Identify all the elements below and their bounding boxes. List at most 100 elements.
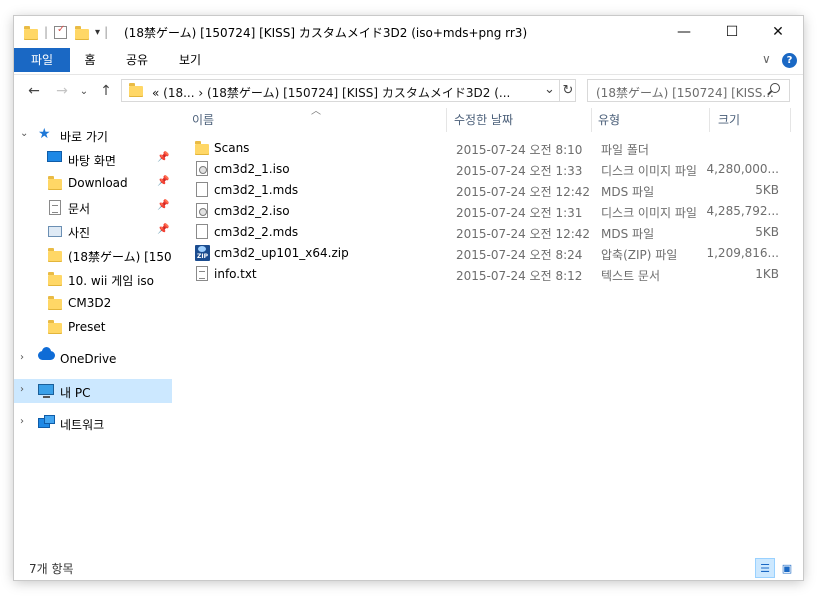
title-bar: | ✓ ▾ | (18禁ゲーム) [150724] [KISS] カスタムメイド… <box>14 16 803 48</box>
up-button[interactable]: ↑ <box>96 81 116 101</box>
column-header-type[interactable]: 유형 <box>598 108 620 132</box>
nav-quick-access[interactable]: ⌄ ★ 바로 가기 <box>14 123 172 147</box>
nav-folder-18kin[interactable]: (18禁ゲーム) [150724] <box>14 243 172 267</box>
column-divider[interactable] <box>591 108 592 132</box>
file-size: 4,280,000... <box>706 162 779 176</box>
onedrive-icon <box>38 347 55 360</box>
address-path[interactable]: « (18... › (18禁ゲーム) [150724] [KISS] カスタム… <box>152 84 510 101</box>
refresh-icon[interactable]: ↻ <box>559 80 576 101</box>
text-file-icon <box>196 266 208 281</box>
large-icons-view-icon[interactable]: ▣ <box>777 558 797 578</box>
file-type: 압축(ZIP) 파일 <box>601 248 678 262</box>
forward-button[interactable]: → <box>52 81 72 101</box>
nav-label: 10. wii 게임 iso <box>68 274 155 288</box>
tab-view[interactable]: 보기 <box>172 48 208 72</box>
folder-icon <box>195 141 209 155</box>
file-list: ︿ 이름 수정한 날짜 유형 크기 Scans 2015-07-24 오전 8:… <box>177 106 803 548</box>
minimize-button[interactable]: — <box>661 16 707 48</box>
nav-folder-wii[interactable]: 10. wii 게임 iso <box>14 267 172 291</box>
pin-icon: 📌 <box>157 224 170 235</box>
disc-image-icon <box>196 203 208 218</box>
file-row[interactable]: cm3d2_1.mds 2015-07-24 오전 12:42 MDS 파일 5… <box>187 180 787 201</box>
network-icon <box>38 415 55 428</box>
window-title: (18禁ゲーム) [150724] [KISS] カスタムメイド3D2 (iso… <box>124 26 528 40</box>
file-row[interactable]: cm3d2_2.iso 2015-07-24 오전 1:31 디스크 이미지 파… <box>187 201 787 222</box>
column-header-size[interactable]: 크기 <box>718 108 740 132</box>
properties-icon[interactable]: ✓ <box>54 24 68 39</box>
file-icon <box>196 182 208 197</box>
search-input[interactable]: (18禁ゲーム) [150724] [KISS... <box>596 84 774 101</box>
file-row[interactable]: Scans 2015-07-24 오전 8:10 파일 폴더 <box>187 138 787 159</box>
chevron-right-icon[interactable]: › <box>20 352 24 363</box>
details-view-icon[interactable]: ☰ <box>755 558 775 578</box>
file-row[interactable]: ZIP cm3d2_up101_x64.zip 2015-07-24 오전 8:… <box>187 243 787 264</box>
nav-documents[interactable]: 문서 📌 <box>14 195 172 219</box>
pin-icon: 📌 <box>157 200 170 211</box>
ribbon-expand-icon[interactable]: ∨ <box>762 52 771 66</box>
folder-icon <box>48 320 62 334</box>
close-button[interactable]: ✕ <box>755 16 801 48</box>
search-icon <box>767 83 780 96</box>
chevron-down-icon[interactable]: ⌄ <box>20 128 28 139</box>
pin-icon: 📌 <box>157 152 170 163</box>
address-row: ← → ⌄ ↑ « (18... › (18禁ゲーム) [150724] [KI… <box>14 74 803 106</box>
column-header-date[interactable]: 수정한 날짜 <box>454 108 513 132</box>
back-button[interactable]: ← <box>24 81 44 101</box>
file-name: cm3d2_1.iso <box>214 162 290 176</box>
file-size: 1KB <box>755 267 779 281</box>
file-date: 2015-07-24 오전 1:33 <box>456 164 583 178</box>
help-icon[interactable]: ? <box>782 53 797 68</box>
file-type: 텍스트 문서 <box>601 269 661 283</box>
tab-home[interactable]: 홈 <box>78 48 102 72</box>
column-divider[interactable] <box>790 108 791 132</box>
nav-pictures[interactable]: 사진 📌 <box>14 219 172 243</box>
column-divider[interactable] <box>446 108 447 132</box>
file-size: 4,285,792... <box>706 204 779 218</box>
nav-label: CM3D2 <box>68 296 112 310</box>
nav-desktop[interactable]: 바탕 화면 📌 <box>14 147 172 171</box>
customize-dropdown-icon[interactable]: ▾ <box>95 27 100 38</box>
nav-download[interactable]: Download 📌 <box>14 171 172 195</box>
column-header-name[interactable]: 이름 <box>192 108 214 132</box>
file-date: 2015-07-24 오전 8:12 <box>456 269 583 283</box>
new-folder-icon[interactable] <box>75 25 90 40</box>
file-row[interactable]: info.txt 2015-07-24 오전 8:12 텍스트 문서 1KB <box>187 264 787 285</box>
file-row[interactable]: cm3d2_1.iso 2015-07-24 오전 1:33 디스크 이미지 파… <box>187 159 787 180</box>
file-name: cm3d2_up101_x64.zip <box>214 246 349 260</box>
tab-share[interactable]: 공유 <box>119 48 155 72</box>
file-size: 1,209,816... <box>706 246 779 260</box>
address-dropdown-icon[interactable]: ⌄ <box>544 82 555 97</box>
file-type: 파일 폴더 <box>601 143 649 157</box>
nav-onedrive[interactable]: › OneDrive <box>14 347 172 371</box>
zip-icon: ZIP <box>195 245 210 261</box>
folder-icon <box>48 248 62 262</box>
folder-icon <box>24 25 38 40</box>
quick-access-toolbar: | ✓ ▾ | <box>24 24 108 40</box>
nav-network[interactable]: › 네트워크 <box>14 411 172 435</box>
maximize-button[interactable]: ☐ <box>709 16 755 48</box>
tab-file[interactable]: 파일 <box>14 48 70 72</box>
chevron-right-icon[interactable]: › <box>20 384 24 395</box>
file-date: 2015-07-24 오전 8:24 <box>456 248 583 262</box>
nav-label: Download <box>68 176 128 190</box>
file-name: cm3d2_2.mds <box>214 225 299 239</box>
file-type: 디스크 이미지 파일 <box>601 206 697 220</box>
file-row[interactable]: cm3d2_2.mds 2015-07-24 오전 12:42 MDS 파일 5… <box>187 222 787 243</box>
file-date: 2015-07-24 오전 12:42 <box>456 227 591 241</box>
nav-label: 내 PC <box>60 386 91 400</box>
chevron-right-icon[interactable]: › <box>20 416 24 427</box>
file-date: 2015-07-24 오전 8:10 <box>456 143 583 157</box>
column-divider[interactable] <box>709 108 710 132</box>
nav-label: (18禁ゲーム) [150724] <box>68 250 172 264</box>
nav-this-pc[interactable]: › 내 PC <box>14 379 172 403</box>
nav-folder-cm3d2[interactable]: CM3D2 <box>14 291 172 315</box>
search-box[interactable]: (18禁ゲーム) [150724] [KISS... <box>587 79 790 102</box>
recent-locations-button[interactable]: ⌄ <box>74 81 94 101</box>
address-bar[interactable]: « (18... › (18禁ゲーム) [150724] [KISS] カスタム… <box>121 79 576 102</box>
navigation-pane: ⌄ ★ 바로 가기 바탕 화면 📌 Download 📌 문서 📌 사진 📌 (… <box>14 108 172 548</box>
nav-folder-preset[interactable]: Preset <box>14 315 172 339</box>
file-type: MDS 파일 <box>601 185 655 199</box>
file-icon <box>196 224 208 239</box>
nav-label: OneDrive <box>60 352 117 366</box>
disc-image-icon <box>196 161 208 176</box>
